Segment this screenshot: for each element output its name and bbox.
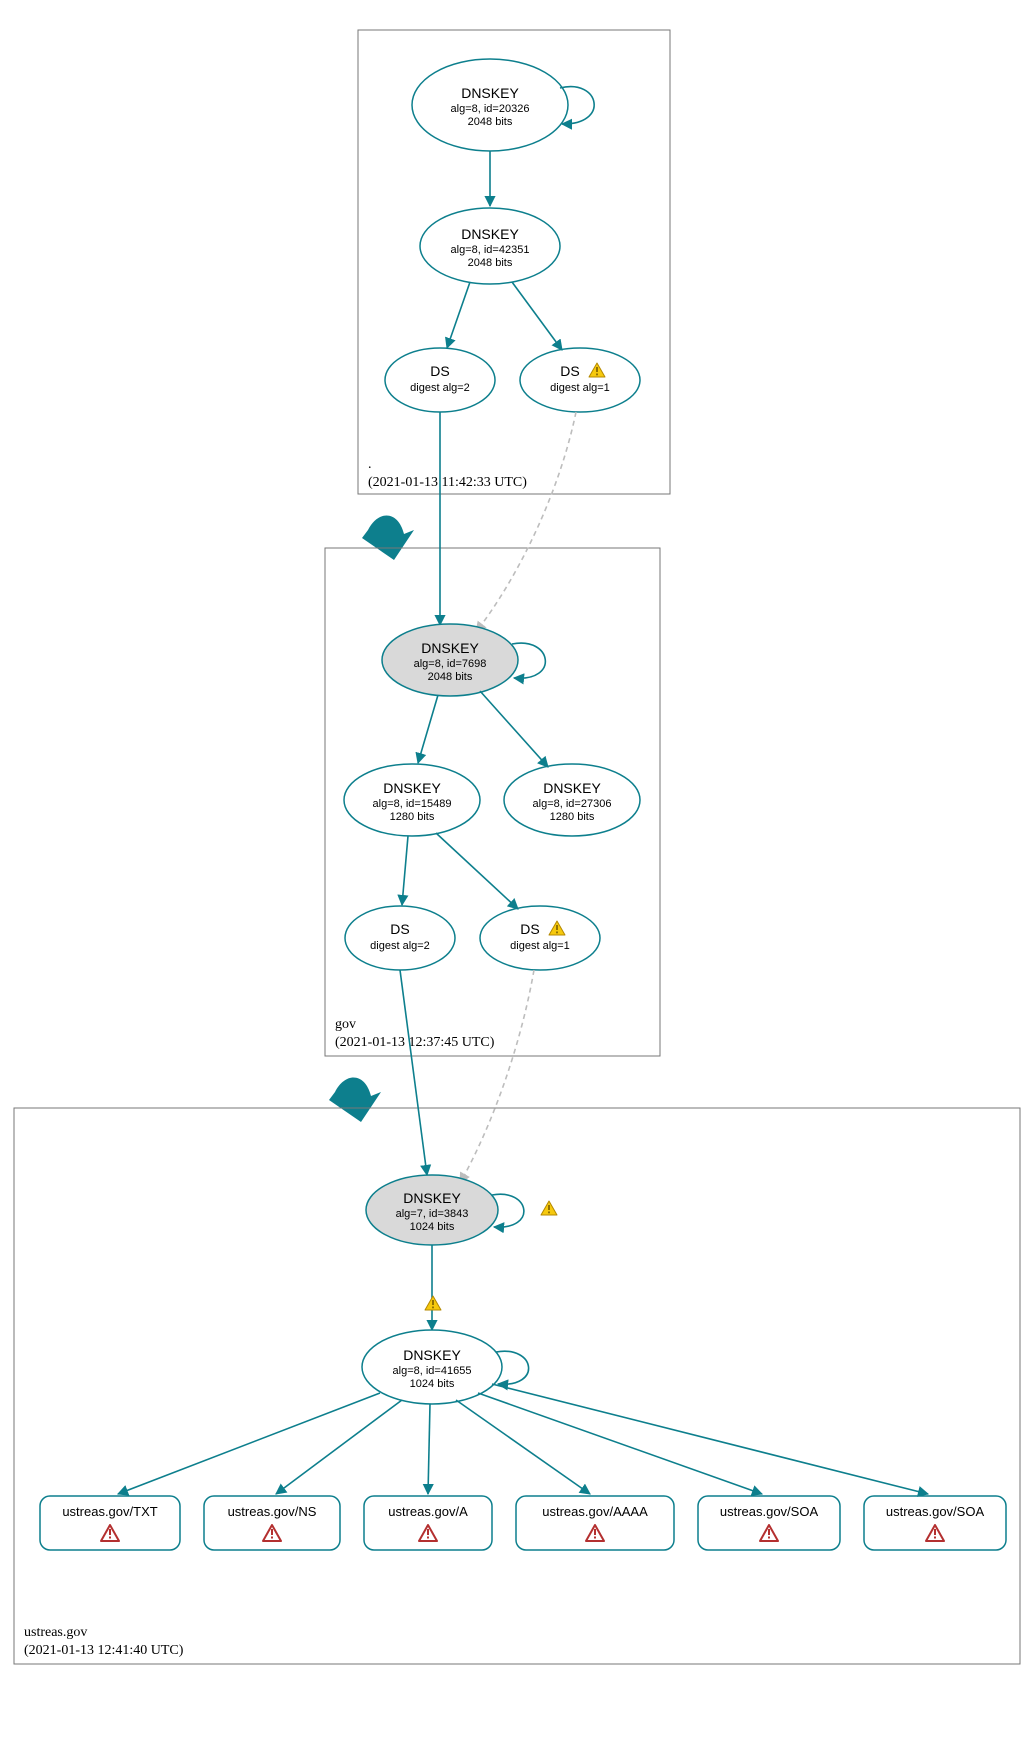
zone-ts-root: (2021-01-13 11:42:33 UTC) [368,475,527,490]
rr-txt: ustreas.gov/TXT [40,1496,180,1550]
dnssec-graph: . (2021-01-13 11:42:33 UTC) DNSKEY alg=8… [0,0,1032,1741]
edge-root-zsk-ds1 [512,282,562,350]
svg-text:alg=7, id=3843: alg=7, id=3843 [396,1208,469,1220]
zone-ts-gov: (2021-01-13 12:37:45 UTC) [335,1035,495,1050]
node-root-ksk: DNSKEY alg=8, id=20326 2048 bits [412,59,568,151]
edge-gov-ksk-zsk2 [480,691,548,767]
node-gov-zsk1: DNSKEY alg=8, id=15489 1280 bits [344,764,480,836]
node-root-ds1: DS digest alg=1 [520,348,640,412]
svg-text:DS: DS [390,921,409,937]
svg-text:ustreas.gov/A: ustreas.gov/A [388,1504,468,1519]
svg-text:DS: DS [430,363,449,379]
svg-text:2048 bits: 2048 bits [468,116,513,128]
svg-text:digest alg=1: digest alg=1 [510,940,570,952]
svg-text:ustreas.gov/AAAA: ustreas.gov/AAAA [542,1504,648,1519]
svg-text:alg=8, id=20326: alg=8, id=20326 [451,103,530,115]
svg-text:ustreas.gov/SOA: ustreas.gov/SOA [886,1504,985,1519]
zone-label-gov: gov [335,1017,356,1032]
svg-text:alg=8, id=7698: alg=8, id=7698 [414,658,487,670]
svg-text:digest alg=2: digest alg=2 [410,382,470,394]
zone-label-ustreas: ustreas.gov [24,1625,87,1640]
edge-root-ds1-gov-ksk [476,412,576,632]
svg-text:DS: DS [560,363,579,379]
edge-zsk-r2 [428,1404,430,1494]
svg-text:2048 bits: 2048 bits [428,671,473,683]
edge-root-zsk-ds2 [447,282,470,348]
svg-text:DNSKEY: DNSKEY [403,1190,461,1206]
node-gov-ksk: DNSKEY alg=8, id=7698 2048 bits [382,624,518,696]
edge-gov-zsk1-ds2 [402,836,408,905]
delegation-arrow-gov-ustreas [329,1077,381,1122]
svg-text:digest alg=2: digest alg=2 [370,940,430,952]
edge-zsk-r3 [456,1400,590,1494]
svg-text:ustreas.gov/TXT: ustreas.gov/TXT [62,1504,157,1519]
svg-text:alg=8, id=42351: alg=8, id=42351 [451,244,530,256]
rr-soa-1: ustreas.gov/SOA [698,1496,840,1550]
svg-text:DNSKEY: DNSKEY [543,780,601,796]
node-root-ds2: DS digest alg=2 [385,348,495,412]
edge-gov-zsk1-ds1 [436,833,518,909]
svg-text:digest alg=1: digest alg=1 [550,382,610,394]
rr-soa-2: ustreas.gov/SOA [864,1496,1006,1550]
node-gov-ds2: DS digest alg=2 [345,906,455,970]
node-gov-zsk2: DNSKEY alg=8, id=27306 1280 bits [504,764,640,836]
svg-text:2048 bits: 2048 bits [468,257,513,269]
svg-text:1024 bits: 1024 bits [410,1221,455,1233]
svg-text:DNSKEY: DNSKEY [421,640,479,656]
svg-text:DNSKEY: DNSKEY [403,1347,461,1363]
warning-icon [425,1296,441,1310]
svg-text:ustreas.gov/NS: ustreas.gov/NS [228,1504,317,1519]
svg-text:ustreas.gov/SOA: ustreas.gov/SOA [720,1504,819,1519]
rr-aaaa: ustreas.gov/AAAA [516,1496,674,1550]
delegation-arrow-root-gov [362,515,414,560]
svg-text:DNSKEY: DNSKEY [383,780,441,796]
node-gov-ds1: DS digest alg=1 [480,906,600,970]
svg-text:alg=8, id=27306: alg=8, id=27306 [533,798,612,810]
svg-text:DNSKEY: DNSKEY [461,226,519,242]
svg-text:1280 bits: 1280 bits [390,811,435,823]
edge-zsk-r5 [492,1384,928,1494]
rr-a: ustreas.gov/A [364,1496,492,1550]
rr-ns: ustreas.gov/NS [204,1496,340,1550]
svg-text:alg=8, id=41655: alg=8, id=41655 [393,1365,472,1377]
node-root-zsk: DNSKEY alg=8, id=42351 2048 bits [420,208,560,284]
svg-text:DNSKEY: DNSKEY [461,85,519,101]
node-ustreas-ksk: DNSKEY alg=7, id=3843 1024 bits [366,1175,498,1245]
edge-zsk-r1 [276,1400,402,1494]
edge-gov-ds1-ust-ksk [460,970,534,1183]
zone-box-ustreas [14,1108,1020,1664]
zone-ts-ustreas: (2021-01-13 12:41:40 UTC) [24,1643,184,1658]
zone-label-root: . [368,457,372,472]
svg-text:1280 bits: 1280 bits [550,811,595,823]
svg-text:DS: DS [520,921,539,937]
node-ustreas-zsk: DNSKEY alg=8, id=41655 1024 bits [362,1330,502,1404]
edge-zsk-r4 [478,1393,762,1494]
edge-gov-ds2-ust-ksk [400,970,427,1175]
svg-text:1024 bits: 1024 bits [410,1378,455,1390]
warning-icon [541,1201,557,1215]
edge-zsk-r0 [118,1393,380,1494]
svg-text:alg=8, id=15489: alg=8, id=15489 [373,798,452,810]
edge-gov-ksk-zsk1 [418,695,438,763]
